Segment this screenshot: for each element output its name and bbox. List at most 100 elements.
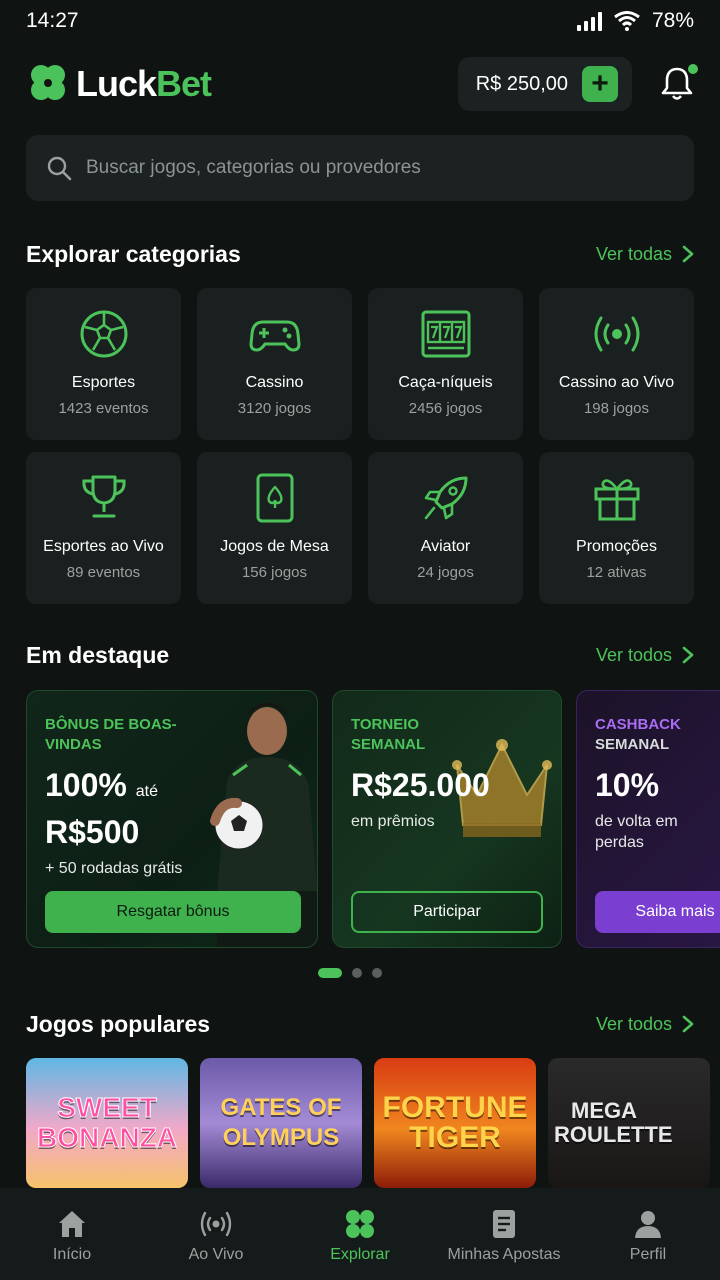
clover-icon [31,65,65,100]
pagination-dot[interactable] [372,968,382,978]
playing-card-icon [256,473,293,523]
popular-title: Jogos populares [26,1010,211,1037]
nav-label: Ao Vivo [188,1246,244,1263]
popular-games-row[interactable]: SWEET BONANZA GATES OF OLYMPUS FORTUNE T… [26,1058,720,1188]
categories-see-all-label: Ver todas [595,243,672,264]
promo-card-welcome-bonus[interactable]: BÔNUS DE BOAS-VINDAS 100% até R$500 + 50… [26,690,318,948]
bottom-navigation: Início Ao Vivo Explorar Minhas Apostas P… [0,1188,720,1280]
bets-receipt-icon [493,1210,515,1238]
game-title: MEGA ROULETTE [554,1098,673,1147]
search-bar[interactable] [26,135,694,201]
category-name: Cassino ao Vivo [558,374,675,391]
category-cassino-ao-vivo[interactable]: Cassino ao Vivo 198 jogos [539,288,694,440]
game-tile-fortune-tiger[interactable]: FORTUNE TIGER [374,1058,536,1188]
promo-headline-percent: 100% [45,767,127,803]
gamepad-icon [249,320,300,352]
promo-subtitle: de volta em perdas [595,813,678,851]
nav-item-explorar[interactable]: Explorar [288,1208,432,1264]
featured-title: Em destaque [26,641,170,668]
chevron-right-icon [682,1015,694,1033]
category-caca-niqueis[interactable]: Caça-níqueis 2456 jogos [368,288,523,440]
game-tile-gates-of-olympus[interactable]: GATES OF OLYMPUS [200,1058,362,1188]
promo-kicker: TORNEIO SEMANAL [351,716,426,753]
search-icon [47,156,72,181]
game-tile-mega-roulette[interactable]: MEGA ROULETTE [548,1058,710,1188]
nav-item-minhas-apostas[interactable]: Minhas Apostas [432,1208,576,1264]
live-broadcast-icon [594,316,639,352]
signal-icon [576,11,602,31]
promo-headline: 10% [595,767,660,803]
popular-header: Jogos populares Ver todos [26,1006,694,1042]
pagination-dot-active[interactable] [318,968,342,978]
game-tile-sweet-bonanza[interactable]: SWEET BONANZA [26,1058,188,1188]
nav-item-inicio[interactable]: Início [0,1208,144,1264]
balance-value: R$ 250,00 [475,72,568,95]
balance-pill[interactable]: R$ 250,00 + [457,57,632,111]
nav-label: Início [52,1246,92,1263]
slot-machine-icon [421,310,470,358]
category-count: 24 jogos [417,564,474,581]
categories-title: Explorar categorias [26,240,241,267]
promo-kicker-line1: CASHBACK [595,716,681,733]
status-time: 14:27 [26,9,79,32]
promo-headline-amount: R$500 [45,814,140,850]
category-esportes-ao-vivo[interactable]: Esportes ao Vivo 89 eventos [26,452,181,604]
user-icon [635,1211,661,1238]
category-name: Jogos de Mesa [220,538,329,555]
category-grid: Esportes 1423 eventos Cassino 3120 jogos… [26,288,694,604]
status-bar: 14:27 78% [0,0,720,42]
notification-dot [688,64,698,74]
carousel-pagination[interactable] [318,968,382,978]
trophy-icon [81,475,126,518]
wifi-icon [614,11,640,31]
game-title: GATES OF OLYMPUS [220,1094,342,1151]
category-esportes[interactable]: Esportes 1423 eventos [26,288,181,440]
popular-see-all-link[interactable]: Ver todos [596,1014,694,1035]
category-aviator[interactable]: Aviator 24 jogos [368,452,523,604]
categories-see-all-link[interactable]: Ver todas [596,244,694,265]
luckbet-logo[interactable]: LuckBet [26,62,212,106]
categories-header: Explorar categorias Ver todas [26,236,694,272]
nav-label: Explorar [330,1246,390,1263]
pagination-dot[interactable] [352,968,362,978]
game-title: FORTUNE TIGER [382,1091,528,1154]
chevron-right-icon [682,646,694,664]
featured-see-all-label: Ver todos [595,644,672,665]
category-count: 1423 eventos [58,400,149,417]
learn-more-button[interactable]: Saiba mais [595,891,720,933]
participate-button[interactable]: Participar [351,891,543,933]
category-cassino[interactable]: Cassino 3120 jogos [197,288,352,440]
gift-icon [594,479,639,521]
category-count: 89 eventos [66,564,141,581]
add-funds-button[interactable]: + [582,66,618,102]
promo-card-cashback[interactable]: CASHBACK SEMANAL 10% de volta em perdas … [576,690,720,948]
featured-see-all-link[interactable]: Ver todos [596,645,694,666]
nav-item-perfil[interactable]: Perfil [576,1208,720,1264]
claim-bonus-button[interactable]: Resgatar bônus [45,891,301,933]
category-name: Caça-níqueis [398,374,493,391]
category-name: Cassino [245,374,304,391]
notifications-button[interactable] [660,64,698,102]
category-name: Esportes ao Vivo [43,538,164,555]
featured-carousel[interactable]: BÔNUS DE BOAS-VINDAS 100% até R$500 + 50… [26,690,720,948]
chevron-right-icon [682,245,694,263]
nav-item-ao-vivo[interactable]: Ao Vivo [144,1208,288,1264]
status-icons: 78% [576,9,694,33]
category-jogos-de-mesa[interactable]: Jogos de Mesa 156 jogos [197,452,352,604]
category-promocoes[interactable]: Promoções 12 ativas [539,452,694,604]
category-name: Aviator [420,538,471,555]
promo-kicker: CASHBACK SEMANAL [595,715,717,755]
header-actions: R$ 250,00 + [457,57,698,111]
nav-label: Perfil [629,1246,667,1263]
category-count: 2456 jogos [408,400,483,417]
promo-headline: R$25.000 [351,767,490,803]
promo-subtitle: em prêmios [351,813,435,830]
featured-header: Em destaque Ver todos [26,637,694,673]
nav-label: Minhas Apostas [447,1246,561,1263]
promo-card-weekly-tournament[interactable]: TORNEIO SEMANAL R$25.000 em prêmios Part… [332,690,562,948]
explore-grid-icon [346,1210,374,1238]
soccer-ball-icon [80,310,127,358]
category-count: 156 jogos [241,564,308,581]
search-input[interactable] [86,157,646,179]
rocket-icon [424,476,467,520]
